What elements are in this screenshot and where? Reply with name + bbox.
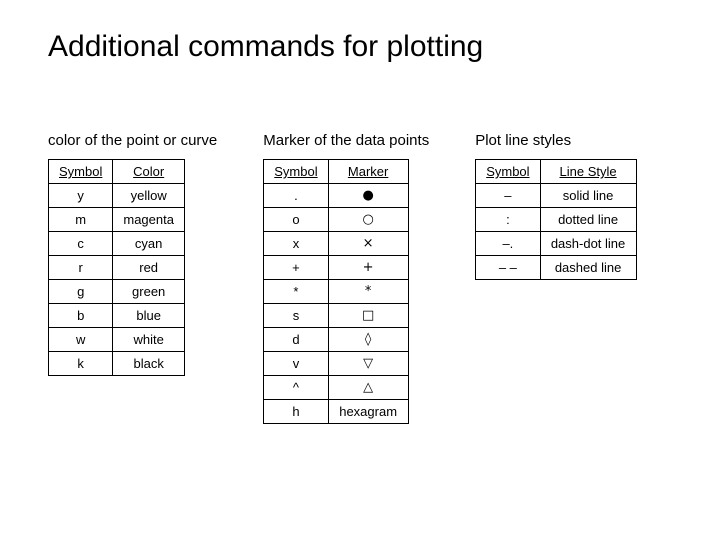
- marker-table: Symbol Marker .● o○ x× ++ ** s□ d◊ v▽ ^△…: [263, 159, 408, 424]
- color-column: color of the point or curve Symbol Color…: [48, 132, 217, 376]
- tables-row: color of the point or curve Symbol Color…: [48, 132, 672, 424]
- page-title: Additional commands for plotting: [48, 30, 672, 64]
- table-row: –.dash-dot line: [476, 232, 636, 256]
- table-row: wwhite: [49, 328, 185, 352]
- table-row: ^△: [264, 376, 408, 400]
- color-caption: color of the point or curve: [48, 132, 217, 149]
- marker-column: Marker of the data points Symbol Marker …: [263, 132, 429, 424]
- col-header: Marker: [328, 160, 408, 184]
- col-header: Symbol: [49, 160, 113, 184]
- table-row: rred: [49, 256, 185, 280]
- col-header: Symbol: [476, 160, 540, 184]
- table-row: hhexagram: [264, 400, 408, 424]
- color-table: Symbol Color yyellow mmagenta ccyan rred…: [48, 159, 185, 376]
- col-header: Symbol: [264, 160, 328, 184]
- table-row: –solid line: [476, 184, 636, 208]
- table-row: .●: [264, 184, 408, 208]
- line-caption: Plot line styles: [475, 132, 636, 149]
- table-row: o○: [264, 208, 408, 232]
- table-row: ccyan: [49, 232, 185, 256]
- table-row: v▽: [264, 352, 408, 376]
- line-table: Symbol Line Style –solid line :dotted li…: [475, 159, 636, 280]
- col-header: Color: [113, 160, 185, 184]
- table-row: yyellow: [49, 184, 185, 208]
- table-header-row: Symbol Color: [49, 160, 185, 184]
- table-row: ggreen: [49, 280, 185, 304]
- table-row: s□: [264, 304, 408, 328]
- table-row: x×: [264, 232, 408, 256]
- slide: Additional commands for plotting color o…: [0, 0, 720, 540]
- table-row: **: [264, 280, 408, 304]
- table-row: ++: [264, 256, 408, 280]
- table-row: kblack: [49, 352, 185, 376]
- line-column: Plot line styles Symbol Line Style –soli…: [475, 132, 636, 280]
- col-header: Line Style: [540, 160, 636, 184]
- table-row: bblue: [49, 304, 185, 328]
- table-header-row: Symbol Marker: [264, 160, 408, 184]
- table-row: mmagenta: [49, 208, 185, 232]
- marker-caption: Marker of the data points: [263, 132, 429, 149]
- table-header-row: Symbol Line Style: [476, 160, 636, 184]
- table-row: – –dashed line: [476, 256, 636, 280]
- table-row: :dotted line: [476, 208, 636, 232]
- table-row: d◊: [264, 328, 408, 352]
